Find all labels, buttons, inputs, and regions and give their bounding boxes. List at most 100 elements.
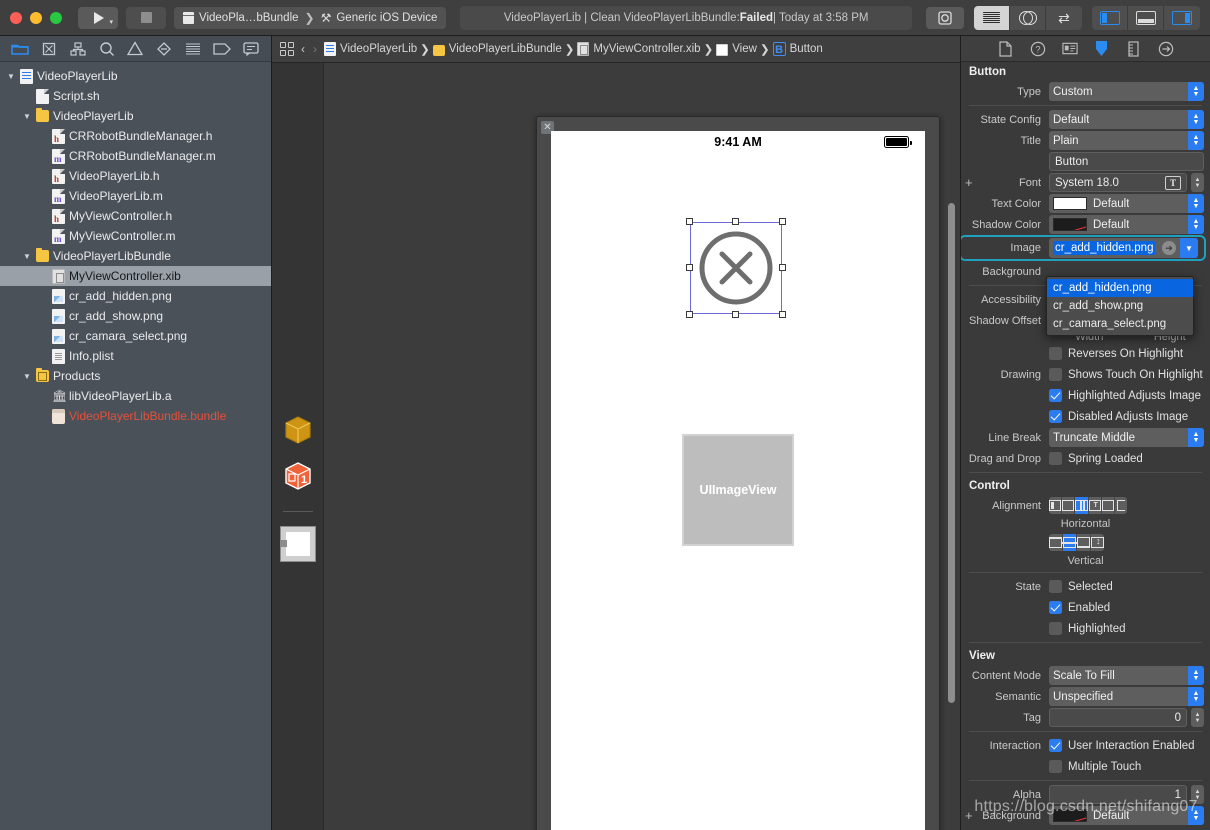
tab-size-inspector[interactable] [1126,40,1142,57]
run-button[interactable]: ▾ [78,6,118,29]
chevron-updown-icon[interactable]: ▲ ▼ [1188,428,1204,447]
add-variation-icon[interactable]: + [965,176,973,189]
tag-input[interactable]: 0 [1049,708,1187,727]
view-background-popup[interactable]: Default ▲ ▼ [1049,806,1204,825]
tab-attributes-inspector[interactable] [1094,41,1110,57]
sidebar-item-breakpoint-navigator[interactable] [210,40,234,58]
checkbox-user-interaction-enabled[interactable]: User Interaction Enabled [1049,737,1195,755]
checkbox-box[interactable] [1049,452,1062,465]
resize-handle[interactable] [686,218,693,225]
align-natural-button[interactable] [1115,497,1127,514]
tab-connections-inspector[interactable] [1158,41,1174,57]
checkbox-highlighted[interactable]: Highlighted [1049,620,1126,638]
disclosure-triangle-icon[interactable]: ▼ [22,252,32,261]
chevron-updown-icon[interactable]: ▲ ▼ [1188,666,1204,685]
valign-center-button[interactable] [1062,534,1077,551]
resize-handle[interactable] [732,218,739,225]
resize-handle[interactable] [779,264,786,271]
tree-row[interactable]: ▼mCRRobotBundleManager.m [0,146,271,166]
disclosure-triangle-icon[interactable]: ▼ [22,112,32,121]
interface-builder-canvas[interactable]: ✕ 9:41 AM UIImageView [324,63,960,830]
forward-chevron-icon[interactable]: › [312,42,318,56]
dropdown-option[interactable]: cr_add_hidden.png [1047,279,1193,297]
chevron-updown-icon[interactable]: ▲ ▼ [1188,194,1204,213]
shadow-color-popup[interactable]: Default ▲ ▼ [1049,215,1204,234]
checkbox-box[interactable] [1049,368,1062,381]
checkbox-reverses-on-highlight[interactable]: Reverses On Highlight [1049,345,1183,363]
disclosure-triangle-icon[interactable]: ▼ [22,372,32,381]
sidebar-item-report-navigator[interactable] [239,40,263,58]
tree-row[interactable]: ▼ VideoPlayerLib [0,106,271,126]
back-chevron-icon[interactable]: ‹ [300,42,306,56]
toggle-debug-area-button[interactable] [1128,5,1164,30]
stop-button[interactable] [126,6,166,29]
tree-row[interactable]: ▼cr_add_show.png [0,306,271,326]
sidebar-item-issue-navigator[interactable] [123,40,147,58]
sidebar-item-source-control-navigator[interactable] [37,40,61,58]
resize-handle[interactable] [732,311,739,318]
add-variation-icon[interactable]: + [965,809,973,822]
checkbox-multiple-touch[interactable]: Multiple Touch [1049,758,1141,776]
version-editor-button[interactable]: ⇄ [1046,6,1082,30]
tree-row[interactable]: ▼mMyViewController.m [0,226,271,246]
first-responder-cube-icon[interactable]: 1 [281,459,315,493]
valign-top-button[interactable] [1049,534,1063,551]
tree-row[interactable]: ▼VideoPlayerLibBundle.bundle [0,406,271,426]
tree-row[interactable]: ▼Script.sh [0,86,271,106]
checkbox-box[interactable] [1049,622,1062,635]
checkbox-box[interactable] [1049,389,1062,402]
breadcrumb-item[interactable]: B Button [772,42,823,56]
checkbox-highlighted-adjusts-image[interactable]: Highlighted Adjusts Image [1049,387,1201,405]
editor-mode-segment[interactable]: ⇄ [974,5,1082,30]
semantic-popup[interactable]: Unspecified ▲ ▼ [1049,687,1204,706]
tab-identity-inspector[interactable] [1061,41,1078,57]
resize-handle[interactable] [779,311,786,318]
tab-quick-help-inspector[interactable]: ? [1030,41,1046,57]
assistant-editor-button[interactable] [1010,5,1046,30]
breadcrumb-item[interactable]: VideoPlayerLib [324,42,417,56]
tree-row[interactable]: ▼hVideoPlayerLib.h [0,166,271,186]
tree-row[interactable]: ▼ VideoPlayerLib [0,66,271,86]
resize-handle[interactable] [686,264,693,271]
reveal-arrow-icon[interactable]: ➔ [1162,241,1176,255]
checkbox-box[interactable] [1049,760,1062,773]
checkbox-shows-touch-on-highlight[interactable]: Shows Touch On Highlight [1049,366,1203,384]
sidebar-item-test-navigator[interactable] [152,40,176,58]
tree-row[interactable]: ▼Info.plist [0,346,271,366]
checkbox-box[interactable] [1049,601,1062,614]
chevron-updown-icon[interactable]: ▲ ▼ [1188,806,1204,825]
image-dropdown-menu[interactable]: cr_add_hidden.png cr_add_show.png cr_camar… [1046,276,1194,336]
alpha-stepper[interactable]: ▲ ▼ [1191,785,1204,804]
checkbox-box[interactable] [1049,347,1062,360]
project-file-tree[interactable]: ▼VideoPlayerLib▼Script.sh▼VideoPlayerLib… [0,62,271,830]
checkbox-disabled-adjusts-image[interactable]: Disabled Adjusts Image [1049,408,1188,426]
toggle-navigator-button[interactable] [1092,5,1128,30]
title-style-popup[interactable]: Plain ▲ ▼ [1049,131,1204,150]
horizontal-alignment-segment[interactable]: T [1049,497,1127,514]
align-center-left-button[interactable] [1062,497,1076,514]
align-left-button[interactable] [1049,497,1063,514]
breadcrumb-item[interactable]: VideoPlayerLibBundle [432,43,562,56]
checkbox-box[interactable] [1049,410,1062,423]
state-config-popup[interactable]: Default ▲ ▼ [1049,110,1204,129]
chevron-updown-icon[interactable]: ▲ ▼ [1188,131,1204,150]
scheme-selector[interactable]: VideoPla…bBundle ❯ ⚒ Generic iOS Device [174,6,447,29]
type-popup[interactable]: Custom ▲ ▼ [1049,82,1204,101]
disclosure-triangle-icon[interactable]: ▼ [6,72,16,81]
tag-stepper[interactable]: ▲ ▼ [1191,708,1204,727]
checkbox-selected[interactable]: Selected [1049,578,1113,596]
device-frame[interactable]: ✕ 9:41 AM UIImageView [536,116,940,830]
breadcrumb-item[interactable]: View [716,43,757,56]
tree-row[interactable]: ▼MyViewController.xib [0,266,271,286]
dropdown-option[interactable]: cr_add_show.png [1047,297,1193,315]
dropdown-option[interactable]: cr_camara_select.png [1047,315,1193,333]
content-mode-popup[interactable]: Scale To Fill ▲ ▼ [1049,666,1204,685]
activity-status-bar[interactable]: VideoPlayerLib | Clean VideoPlayerLibBun… [460,5,912,30]
tree-row[interactable]: ▼cr_add_hidden.png [0,286,271,306]
related-items-icon[interactable] [280,42,294,56]
tree-row[interactable]: ▼hCRRobotBundleManager.h [0,126,271,146]
align-text-button[interactable]: T [1088,497,1102,514]
font-field[interactable]: System 18.0 T [1049,173,1187,192]
zoom-window-button[interactable] [50,11,62,24]
chevron-updown-icon[interactable]: ▲ ▼ [1188,110,1204,129]
